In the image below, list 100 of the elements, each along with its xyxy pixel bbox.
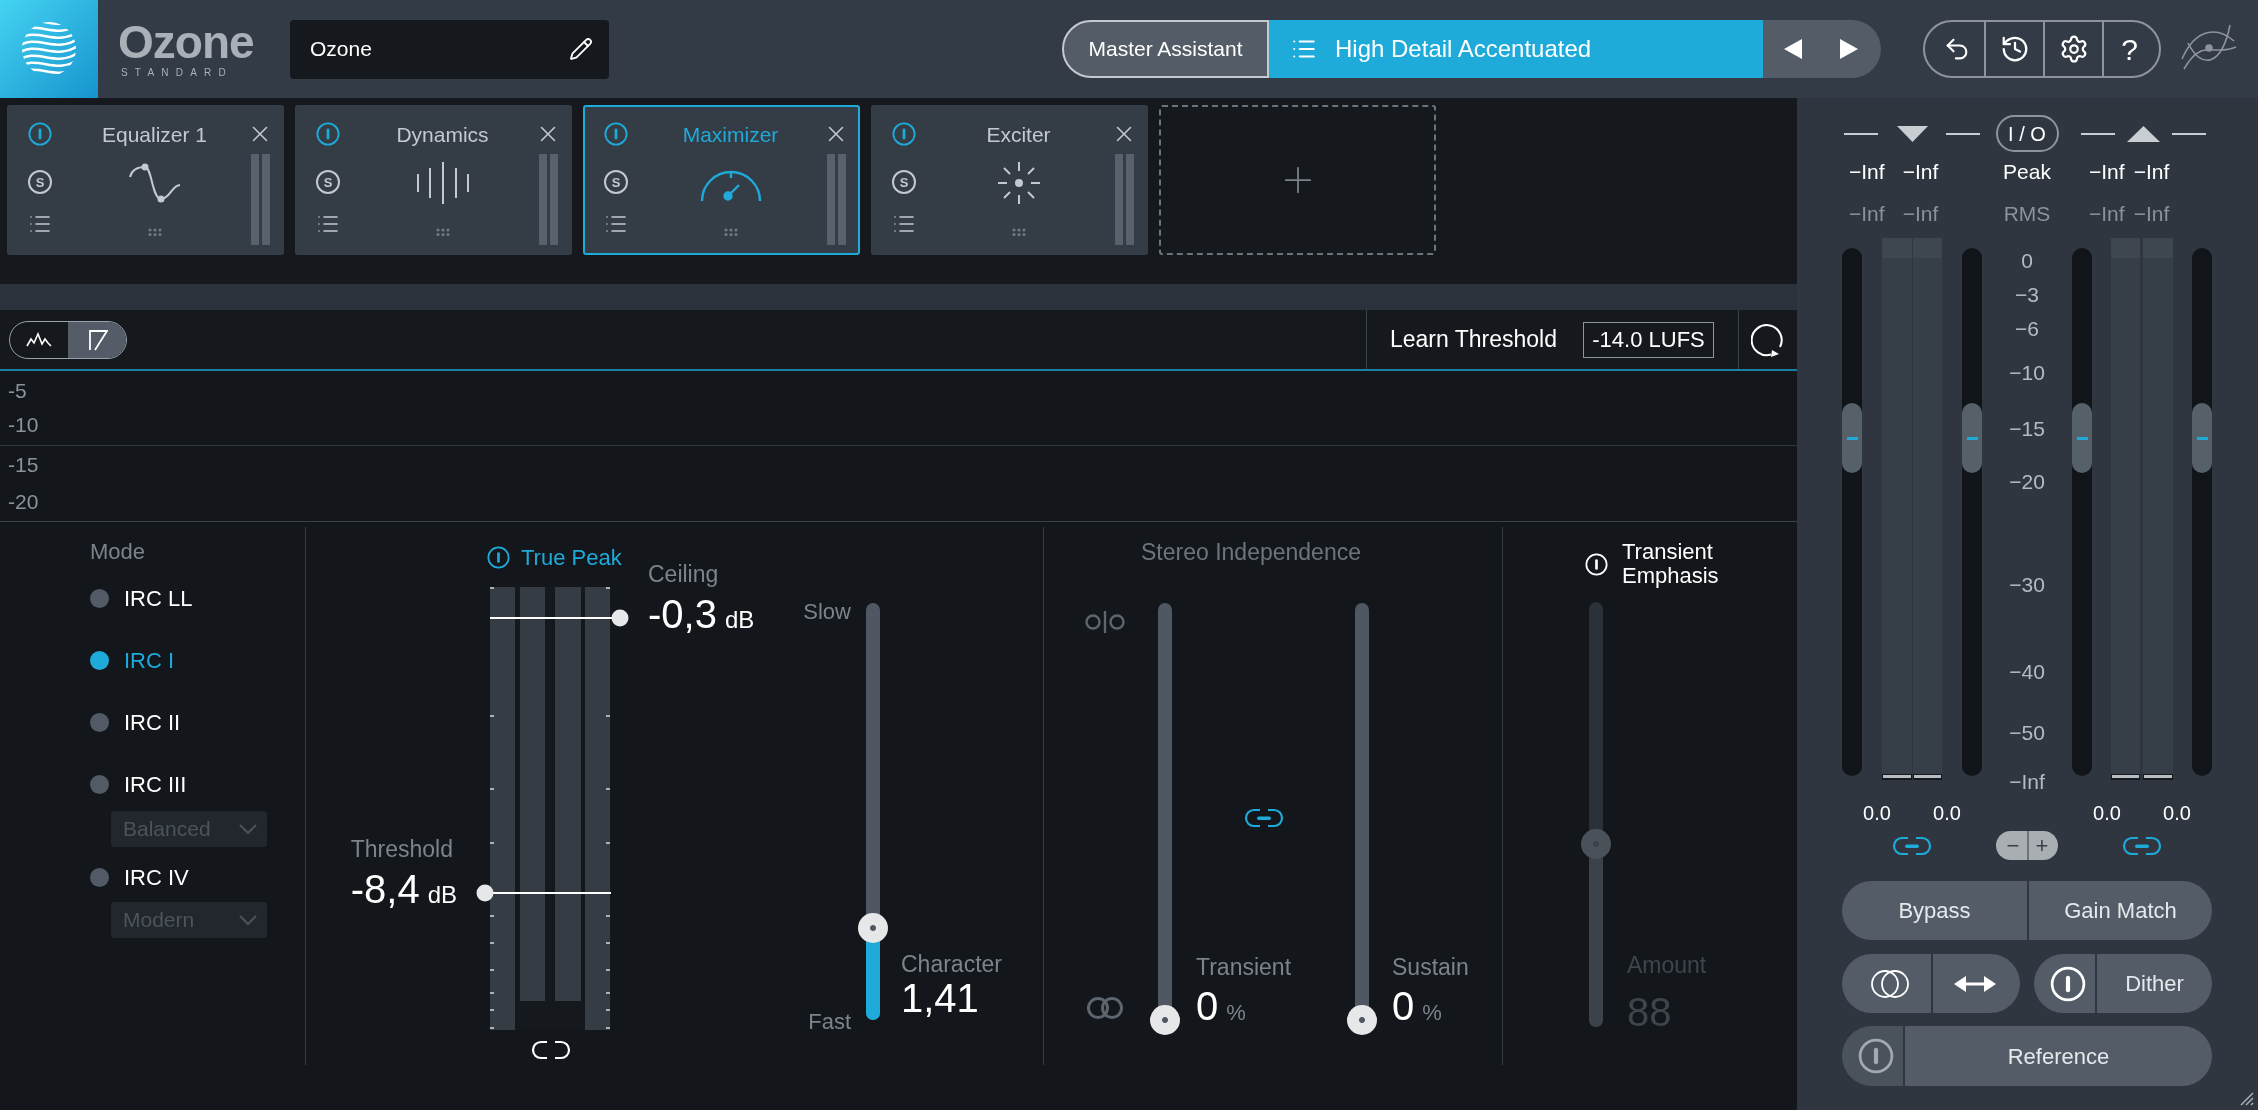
power-icon bbox=[1857, 1038, 1894, 1074]
drag-handle-icon[interactable] bbox=[1011, 228, 1026, 236]
edition-label: STANDARD bbox=[121, 67, 233, 79]
add-module-slot[interactable] bbox=[1159, 105, 1436, 255]
power-icon bbox=[487, 545, 510, 569]
swap-button[interactable] bbox=[1931, 954, 2020, 1013]
mode-option[interactable]: IRC I bbox=[90, 645, 175, 675]
scale-label: 0 bbox=[2020, 249, 2034, 273]
zoom-in-button[interactable]: + bbox=[2027, 831, 2058, 860]
unit-label: % bbox=[1226, 1002, 1246, 1024]
slider-label: Transient bbox=[1196, 955, 1292, 979]
unit-label: dB bbox=[427, 882, 457, 907]
zoom-out-button[interactable]: − bbox=[1996, 831, 2027, 860]
gain-fader[interactable] bbox=[1842, 248, 1862, 776]
character-label: Character bbox=[901, 952, 1002, 976]
drag-handle-icon[interactable] bbox=[723, 228, 738, 236]
slow-label: Slow bbox=[803, 600, 851, 624]
triangle-outline-icon bbox=[86, 328, 108, 351]
power-icon[interactable] bbox=[604, 122, 628, 146]
module-name: Equalizer 1 bbox=[101, 122, 208, 148]
scale-label: −15 bbox=[2008, 417, 2046, 441]
bypass-button[interactable]: Bypass bbox=[1842, 881, 2027, 940]
solo-button[interactable]: S bbox=[604, 170, 628, 194]
power-icon bbox=[2049, 965, 2086, 1002]
gain-fader[interactable] bbox=[2072, 248, 2092, 776]
gain-match-button[interactable]: Gain Match bbox=[2027, 881, 2212, 940]
mode-option[interactable]: IRC III bbox=[90, 769, 187, 799]
view-tab[interactable] bbox=[68, 321, 126, 358]
slider-value: 0 bbox=[1196, 986, 1219, 1026]
previous-preset-button[interactable] bbox=[1763, 20, 1822, 78]
scale-label: −30 bbox=[2008, 573, 2046, 597]
fader-thumb[interactable] bbox=[1962, 403, 1982, 474]
unlinked-icon[interactable] bbox=[530, 1040, 571, 1060]
fast-label: Fast bbox=[808, 1010, 851, 1034]
threshold-handle[interactable] bbox=[476, 883, 611, 902]
gain-fader[interactable] bbox=[2192, 248, 2212, 776]
mode-option[interactable]: IRC LL bbox=[90, 583, 193, 613]
module-card[interactable]: S Exciter bbox=[871, 105, 1148, 255]
ceiling-handle[interactable] bbox=[490, 609, 629, 627]
io-button[interactable]: I / O bbox=[1995, 115, 2059, 152]
ceiling-label: Ceiling bbox=[648, 562, 719, 586]
solo-button[interactable]: S bbox=[892, 170, 916, 194]
triangle-left-icon bbox=[1783, 39, 1802, 59]
peak-value: −Inf bbox=[1849, 160, 1885, 184]
threshold-value: -8,4 bbox=[350, 868, 420, 909]
link-icon[interactable] bbox=[2122, 835, 2162, 856]
module-name: Dynamics bbox=[396, 122, 489, 148]
fader-thumb[interactable] bbox=[1842, 403, 1862, 474]
slider-thumb[interactable] bbox=[1150, 1005, 1180, 1035]
gain-fader[interactable] bbox=[1962, 248, 1982, 776]
mode-option[interactable]: IRC IV bbox=[90, 862, 189, 892]
drag-handle-icon[interactable] bbox=[147, 228, 162, 236]
master-assistant-button[interactable]: Master Assistant bbox=[1062, 20, 1269, 78]
dither-button[interactable]: Dither bbox=[2095, 954, 2212, 1013]
true-peak-toggle[interactable]: True Peak bbox=[487, 543, 622, 571]
fader-thumb[interactable] bbox=[2192, 403, 2212, 474]
drag-handle-icon[interactable] bbox=[435, 228, 450, 236]
scale-label: −20 bbox=[2008, 470, 2046, 494]
chevron-down-icon bbox=[239, 824, 257, 834]
reference-power-button[interactable] bbox=[1842, 1026, 1903, 1086]
target-loudness-field[interactable]: -14.0 LUFS bbox=[1583, 321, 1714, 358]
power-icon[interactable] bbox=[316, 122, 340, 146]
solo-button[interactable]: S bbox=[28, 170, 52, 194]
module-name: Exciter bbox=[986, 122, 1051, 148]
rms-value: −Inf bbox=[1902, 202, 1939, 226]
mode-option[interactable]: IRC II bbox=[90, 707, 181, 737]
module-card[interactable]: S Equalizer 1 bbox=[7, 105, 284, 255]
unit-label: % bbox=[1422, 1002, 1442, 1024]
ceiling-value: -0,3 bbox=[648, 594, 717, 634]
slider-thumb[interactable] bbox=[1581, 829, 1611, 860]
slider-label: Sustain bbox=[1392, 955, 1469, 979]
scale-label: −10 bbox=[2008, 361, 2046, 385]
module-name: Maximizer bbox=[682, 122, 779, 148]
gain-value: 0.0 bbox=[1932, 801, 1962, 825]
dash-icon bbox=[2081, 132, 2115, 135]
compare-button[interactable] bbox=[1842, 954, 1931, 1013]
slider-thumb[interactable] bbox=[858, 913, 888, 944]
module-card[interactable]: S Maximizer bbox=[583, 105, 860, 255]
help-button[interactable]: ? bbox=[2102, 22, 2159, 76]
scale-label: −40 bbox=[2008, 660, 2046, 684]
link-icon[interactable] bbox=[1244, 808, 1284, 828]
gain-value: 0.0 bbox=[2092, 801, 2122, 825]
preset-name-field[interactable]: Ozone bbox=[290, 19, 609, 79]
circular-arrow-icon bbox=[1751, 322, 1785, 357]
scale-label: −50 bbox=[2008, 721, 2046, 745]
power-icon[interactable] bbox=[892, 122, 916, 146]
dash-icon bbox=[2172, 132, 2206, 135]
power-icon[interactable] bbox=[28, 122, 52, 146]
peak-value: −Inf bbox=[2089, 160, 2125, 184]
rms-label: RMS bbox=[2002, 202, 2052, 226]
dither-power-button[interactable] bbox=[2034, 954, 2095, 1013]
rms-value: −Inf bbox=[2089, 202, 2125, 226]
reference-button[interactable]: Reference bbox=[1903, 1026, 2212, 1086]
transient-emphasis-toggle[interactable]: Transient Emphasis bbox=[1585, 540, 1732, 588]
resize-grip-icon[interactable] bbox=[2238, 1090, 2254, 1106]
link-icon[interactable] bbox=[1892, 835, 1932, 856]
module-card[interactable]: S Dynamics bbox=[295, 105, 572, 255]
fader-thumb[interactable] bbox=[2072, 403, 2092, 474]
slider-thumb[interactable] bbox=[1347, 1005, 1377, 1035]
solo-button[interactable]: S bbox=[316, 170, 340, 194]
